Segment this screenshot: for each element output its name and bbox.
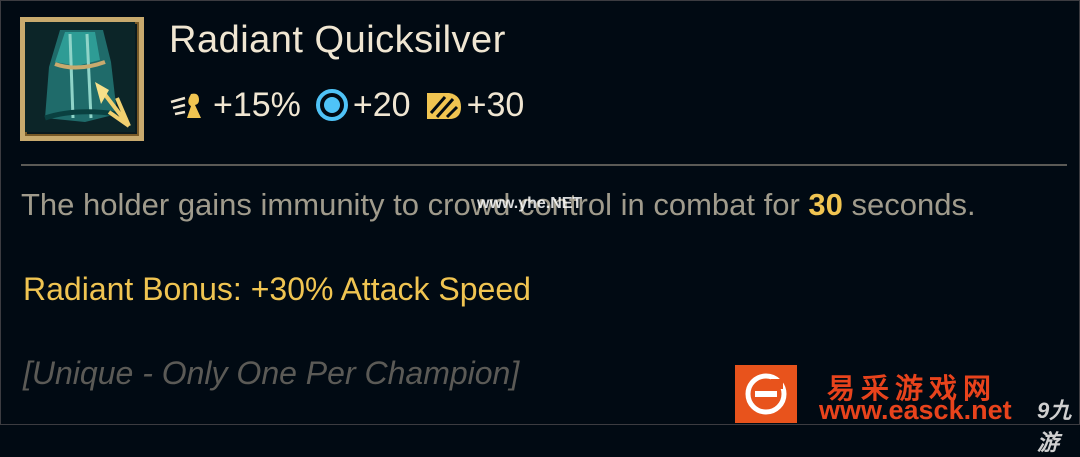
item-name: Radiant Quicksilver [169, 19, 506, 61]
stat-attack-speed: +15% [169, 86, 301, 125]
quicksilver-cloak-icon [25, 22, 135, 132]
stat-crit-value: +30 [466, 85, 525, 124]
radiant-bonus: Radiant Bonus: +30% Attack Speed [23, 271, 531, 307]
unique-note: [Unique - Only One Per Champion] [23, 355, 520, 391]
description-text-before: The holder gains immunity to crowd contr… [21, 187, 809, 222]
corner-watermark: 9九游 [1037, 398, 1072, 455]
stat-crit: +30 [425, 85, 525, 125]
description-text-after: seconds. [842, 187, 976, 222]
attack-speed-icon [170, 93, 201, 118]
stat-attack-speed-value: +15% [213, 85, 301, 124]
site-url: www.easck.net [819, 395, 1012, 425]
item-tooltip: Radiant Quicksilver +15% +20 +30 The hol… [0, 0, 1080, 455]
stat-magic-resist: +20 [315, 86, 411, 125]
section-divider [21, 164, 1067, 166]
overlay-watermark: www.yhe.NET [477, 195, 583, 212]
stats-row: +15% +20 +30 [169, 85, 538, 125]
magic-resist-icon [315, 89, 348, 121]
description-duration-highlight: 30 [808, 187, 843, 222]
item-icon-frame [20, 17, 144, 141]
stat-magic-resist-value: +20 [352, 85, 411, 124]
crit-chance-icon [426, 93, 461, 119]
site-logo-icon [735, 365, 797, 423]
